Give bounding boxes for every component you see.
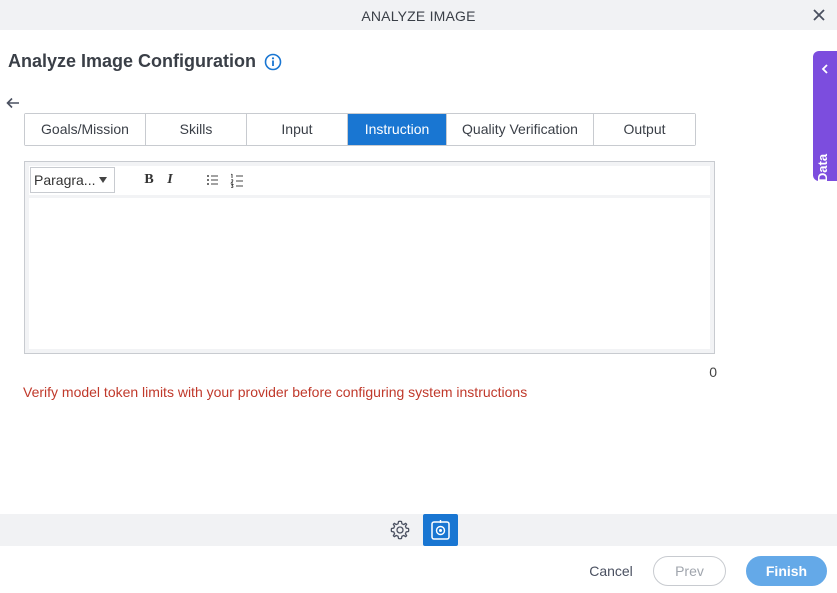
tab-instruction[interactable]: Instruction bbox=[348, 114, 447, 145]
paragraph-format-select[interactable]: Paragra... bbox=[30, 167, 115, 193]
window-title: ANALYZE IMAGE bbox=[361, 8, 476, 24]
token-limit-warning: Verify model token limits with your prov… bbox=[23, 384, 528, 400]
chevron-left-icon bbox=[821, 64, 828, 74]
cancel-button[interactable]: Cancel bbox=[582, 556, 640, 586]
tab-goals-mission[interactable]: Goals/Mission bbox=[25, 114, 146, 145]
bottom-tool-bar bbox=[0, 514, 837, 546]
bold-button[interactable]: B bbox=[139, 170, 159, 190]
app-data-label: App Data bbox=[815, 153, 830, 211]
close-icon[interactable] bbox=[809, 5, 829, 25]
editor-content-area[interactable] bbox=[29, 198, 710, 349]
title-bar: ANALYZE IMAGE bbox=[0, 0, 837, 30]
editor-toolbar: Paragra... B I bbox=[29, 166, 710, 195]
caret-down-icon bbox=[99, 177, 107, 183]
page-heading: Analyze Image Configuration bbox=[8, 51, 282, 72]
gear-icon[interactable] bbox=[389, 519, 411, 541]
ai-image-button[interactable] bbox=[423, 514, 458, 546]
tab-quality-verification[interactable]: Quality Verification bbox=[447, 114, 594, 145]
page-title: Analyze Image Configuration bbox=[8, 51, 257, 71]
app-data-panel-toggle[interactable]: App Data bbox=[813, 51, 837, 211]
tab-output[interactable]: Output bbox=[594, 114, 695, 145]
tab-input[interactable]: Input bbox=[247, 114, 348, 145]
paragraph-format-value: Paragra... bbox=[34, 172, 96, 188]
numbered-list-icon[interactable] bbox=[228, 170, 248, 190]
info-icon[interactable] bbox=[264, 53, 282, 71]
finish-button[interactable]: Finish bbox=[746, 556, 827, 586]
rich-text-editor: Paragra... B I bbox=[24, 161, 715, 354]
tab-skills[interactable]: Skills bbox=[146, 114, 247, 145]
prev-button[interactable]: Prev bbox=[653, 556, 726, 586]
italic-button[interactable]: I bbox=[160, 170, 180, 190]
back-arrow-icon[interactable] bbox=[5, 95, 21, 111]
tab-bar: Goals/Mission Skills Input Instruction Q… bbox=[24, 113, 696, 146]
bulleted-list-icon[interactable] bbox=[203, 170, 223, 190]
ai-image-icon bbox=[431, 520, 450, 540]
character-count: 0 bbox=[709, 364, 717, 380]
